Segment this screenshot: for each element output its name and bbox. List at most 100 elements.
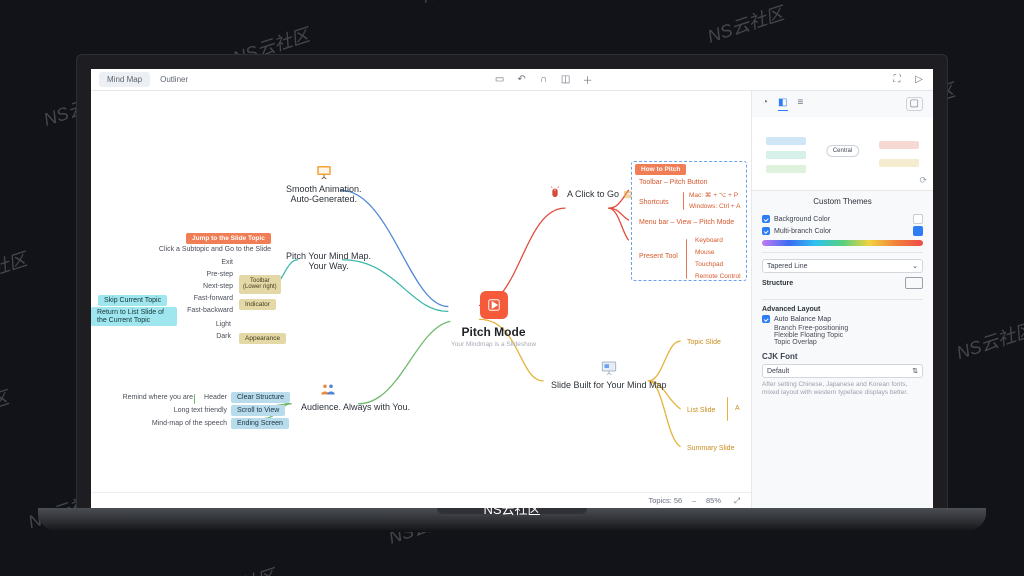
topic-icon[interactable]: ▭ [494,74,506,86]
select-cjk-font[interactable]: Default ⇅ [762,364,923,378]
chevron-updown-icon: ⇅ [912,367,918,375]
insert-icon[interactable]: ＋ [582,74,594,86]
top-toolbar: Mind Map Outliner ▭ ↶ ∩ ◫ ＋ ⛶ ▷ [91,69,933,91]
leaf-long-text[interactable]: Long text friendly [137,407,227,414]
central-topic[interactable]: Pitch Mode Your Mindmap is a Slideshow [451,291,536,348]
leaf-summary-slide[interactable]: Summary Slide [687,445,734,452]
branch-audience[interactable]: Audience. Always with You. [301,381,410,412]
leaf-header[interactable]: Header [195,394,227,401]
badge-jump[interactable]: Jump to the Slide Topic [186,233,271,244]
badge-how-to-pitch[interactable]: How to Pitch [635,164,686,175]
leaf-remind[interactable]: Remind where you are [101,394,193,401]
leaf-fast-backward[interactable]: Fast-backward [181,307,233,314]
custom-themes-title: Custom Themes [752,191,933,212]
bracket-remind [194,394,195,404]
laptop-frame: Mind Map Outliner ▭ ↶ ∩ ◫ ＋ ⛶ ▷ [76,54,948,509]
swatch-multi[interactable] [913,226,923,236]
toolbar-center-icons: ▭ ↶ ∩ ◫ ＋ [202,74,885,86]
leaf-exit[interactable]: Exit [211,259,233,266]
leaf-click-subtopic[interactable]: Click a Subtopic and Go to the Slide [151,246,271,253]
relationship-icon[interactable]: ∩ [538,74,550,86]
row-menubar[interactable]: Menu bar – View – Pitch Mode [639,219,734,226]
refresh-minimap-icon[interactable]: ⟳ [919,175,927,186]
box-appearance[interactable]: Appearance [239,333,286,344]
leaf-a[interactable]: A [735,405,740,412]
select-line-style[interactable]: Tapered Line ⌄ [762,259,923,273]
box-skip-topic[interactable]: Skip Current Topic [98,295,167,306]
checkbox-multi[interactable] [762,227,770,235]
inspector-sidebar: ◔ ◧ ≡ ▢ Central ⟳ Custom Themes Backgrou… [751,91,933,508]
presentation-icon [315,163,333,181]
structure-picker[interactable] [905,277,923,289]
style-icon[interactable]: ◧ [778,97,787,111]
bracket-shortcuts [683,192,684,210]
box-toolbar-lower-right[interactable]: Toolbar (Lower right) [239,275,281,294]
tab-mindmap[interactable]: Mind Map [99,72,150,87]
row-multi-branch[interactable]: Multi-branch Color [762,226,923,236]
row-toolbar-pitch[interactable]: Toolbar – Pitch Button [639,179,708,186]
label-auto-balance: Auto Balance Map [774,316,831,323]
leaf-fast-forward[interactable]: Fast-forward [181,295,233,302]
checkbox-bg[interactable] [762,215,770,223]
leaf-mindmap-speech[interactable]: Mind-map of the speech [127,420,227,427]
leaf-dark[interactable]: Dark [201,333,231,340]
leaf-mouse[interactable]: Mouse [695,249,715,256]
collapse-pane-icon[interactable]: ▢ [906,97,923,111]
branch-slide-built[interactable]: Slide Built for Your Mind Map [551,359,667,390]
label-overlap[interactable]: Topic Overlap [774,339,923,346]
leaf-keyboard[interactable]: Keyboard [695,237,723,244]
box-return-list[interactable]: Return to List Slide of the Current Topi… [91,307,177,326]
leaf-list-slide[interactable]: List Slide [687,407,715,414]
label-structure: Structure [762,280,793,287]
boundary-icon[interactable]: ◫ [560,74,572,86]
leaf-remote[interactable]: Remote Control [695,273,741,280]
leaf-touchpad[interactable]: Touchpad [695,261,723,268]
branch-pitch-your-way[interactable]: Pitch Your Mind Map.Your Way. [286,251,371,271]
checkbox-auto-balance[interactable] [762,315,770,323]
label-bg: Background Color [774,216,830,223]
mm-branch-3 [766,165,806,173]
leaf-topic-slide[interactable]: Topic Slide [687,339,721,346]
leaf-light[interactable]: Light [201,321,231,328]
cjk-note: After setting Chinese, Japanese and Kore… [762,381,923,398]
status-divider: ⎯ [692,496,696,506]
pitch-mode-icon [480,291,508,319]
leaf-pre-step[interactable]: Pre-step [191,271,233,278]
app-window: Mind Map Outliner ▭ ↶ ∩ ◫ ＋ ⛶ ▷ [91,69,933,508]
mindmap-canvas[interactable]: Pitch Mode Your Mindmap is a Slideshow S… [91,91,751,508]
undo-icon[interactable]: ↶ [516,74,528,86]
box-ending-screen[interactable]: Ending Screen [231,418,289,429]
line-style-value: Tapered Line [767,263,807,270]
row-win[interactable]: Windows: Ctrl + A [689,203,740,210]
box-scroll-to-view[interactable]: Scroll to View [231,405,285,416]
row-present-tool[interactable]: Present Tool [639,253,678,260]
row-auto-balance[interactable]: Auto Balance Map [762,315,923,323]
minimap[interactable]: Central ⟳ [752,117,933,191]
map-icon[interactable]: ≡ [798,97,804,111]
row-shortcuts[interactable]: Shortcuts [639,199,669,206]
label-cjk-font: CJK Font [762,352,923,361]
label-free-pos[interactable]: Branch Free-positioning [774,325,923,332]
status-bar: Topics: 56 ⎯ 85% ⤢ [91,492,751,508]
fit-icon[interactable]: ⤢ [731,495,743,507]
branch-animation[interactable]: Smooth Animation.Auto-Generated. [286,163,362,204]
status-topics: Topics: 56 [648,496,682,505]
zen-icon[interactable]: ⛶ [891,74,903,86]
canvas-icon [600,359,618,377]
branch-click-to-go[interactable]: A Click to Go ▤ [569,185,632,206]
cjk-value: Default [767,368,789,375]
box-clear-structure[interactable]: Clear Structure [231,392,290,403]
central-subtitle: Your Mindmap is a Slideshow [451,341,536,348]
rainbow-picker[interactable] [762,240,923,246]
pitch-icon[interactable]: ▷ [913,74,925,86]
leaf-next-step[interactable]: Next-step [191,283,233,290]
row-bg-color[interactable]: Background Color [762,214,923,224]
status-zoom[interactable]: 85% [706,496,721,505]
label-flex-float[interactable]: Flexible Floating Topic [774,332,923,339]
box-indicator[interactable]: Indicator [239,299,276,310]
format-icon[interactable]: ◔ [762,97,768,111]
swatch-bg[interactable] [913,214,923,224]
mm-branch-4 [879,141,919,149]
row-mac[interactable]: Mac: ⌘ + ⌥ + P [689,191,738,199]
tab-outliner[interactable]: Outliner [152,72,196,87]
